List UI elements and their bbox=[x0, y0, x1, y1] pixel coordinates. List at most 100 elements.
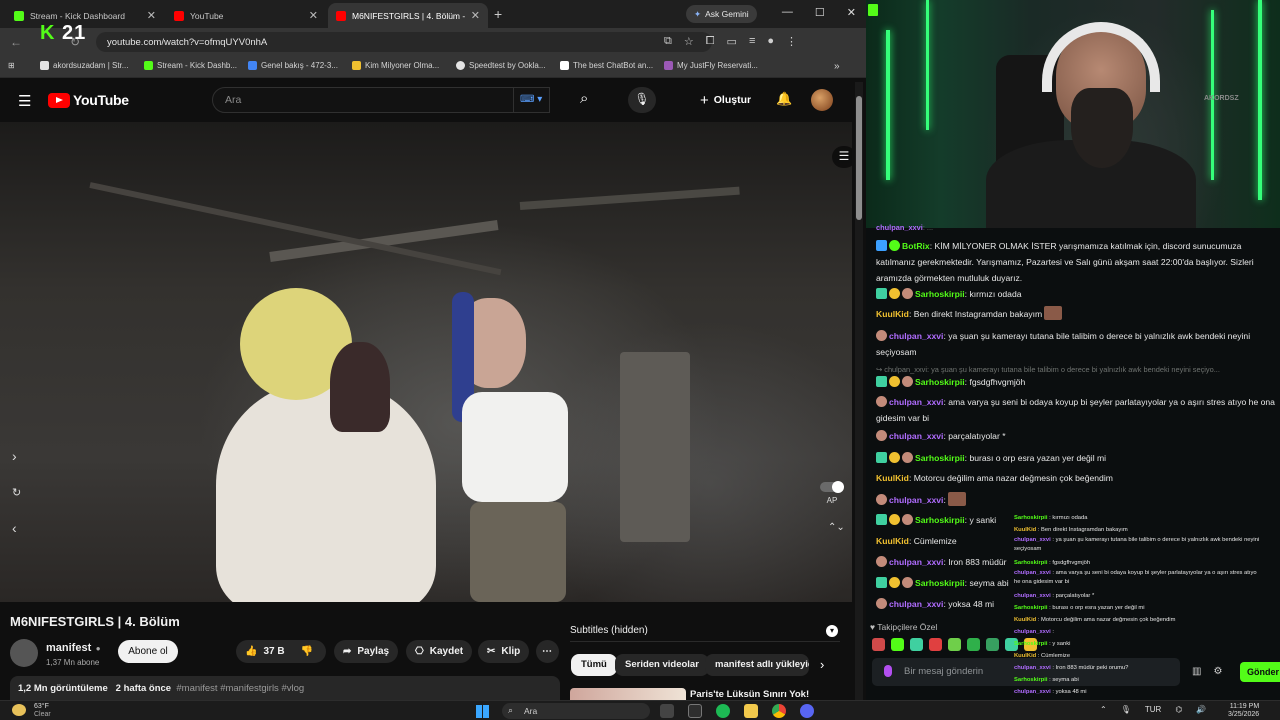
emote-icon[interactable] bbox=[929, 638, 942, 651]
bookmark-item[interactable]: The best ChatBot an... bbox=[560, 61, 653, 70]
like-icon[interactable]: 👍 bbox=[245, 646, 257, 657]
clip-button[interactable]: ✂ Klip bbox=[478, 640, 530, 663]
chat-username[interactable]: chulpan_xxvi bbox=[889, 331, 943, 341]
weather-widget[interactable]: 63°F Clear bbox=[12, 703, 51, 719]
emote-picker-icon[interactable] bbox=[884, 665, 892, 677]
scrollbar-thumb[interactable] bbox=[856, 96, 862, 220]
network-icon[interactable]: ⌬ bbox=[1175, 705, 1182, 714]
back-icon[interactable]: ← bbox=[10, 35, 22, 49]
chat-username[interactable]: Sarhoskirpii bbox=[915, 515, 965, 525]
chat-username[interactable]: chulpan_xxvi bbox=[889, 599, 943, 609]
like-count[interactable]: 37 B bbox=[263, 646, 284, 657]
notifications-bell-icon[interactable]: 🔔 bbox=[776, 91, 792, 107]
chat-username[interactable]: chulpan_xxvi bbox=[889, 397, 943, 407]
share-button[interactable]: ➦ Paylaş bbox=[334, 640, 399, 663]
task-view-icon[interactable] bbox=[660, 704, 674, 718]
chat-username[interactable]: KuulKid bbox=[876, 473, 909, 483]
media-icon[interactable]: ≡ bbox=[749, 35, 755, 48]
bookmark-item[interactable]: Stream - Kick Dashb... bbox=[144, 61, 237, 70]
tab-youtube[interactable]: YouTube ✕ bbox=[166, 3, 326, 28]
file-explorer-icon[interactable] bbox=[744, 704, 758, 718]
chat-username[interactable]: Sarhoskirpii bbox=[915, 289, 965, 299]
page-scrollbar[interactable] bbox=[855, 82, 863, 700]
chat-username[interactable]: chulpan_xxvi bbox=[889, 557, 943, 567]
description-box[interactable]: 1,2 Mn görüntüleme 2 hafta önce #manifes… bbox=[10, 676, 560, 700]
channel-avatar[interactable] bbox=[10, 638, 38, 667]
chevron-right-icon[interactable]: › bbox=[12, 448, 17, 464]
apps-grid-icon[interactable]: ⊞ bbox=[8, 61, 15, 70]
chat-username[interactable]: KuulKid bbox=[876, 536, 909, 546]
account-avatar[interactable] bbox=[811, 89, 833, 111]
hashtags[interactable]: #manifest #manifestgirls #vlog bbox=[176, 683, 304, 694]
close-window-icon[interactable]: ✕ bbox=[847, 6, 856, 19]
bookmark-item[interactable]: My JustFly Reservati... bbox=[664, 61, 758, 70]
address-bar[interactable]: youtube.com/watch?v=ofmqUYV0nhA bbox=[96, 32, 712, 52]
emote-icon[interactable] bbox=[967, 638, 980, 651]
chevron-down-icon[interactable]: ▾ bbox=[826, 625, 838, 637]
chat-username[interactable]: chulpan_xxvi bbox=[889, 495, 943, 505]
chat-username[interactable]: Sarhoskirpii bbox=[915, 578, 965, 588]
expand-updown-icon[interactable]: ⌃⌄ bbox=[828, 522, 845, 533]
chevron-left-icon[interactable]: ‹ bbox=[12, 520, 17, 536]
refresh-icon[interactable]: ↻ bbox=[12, 486, 21, 499]
extensions-icon[interactable]: ⧠ bbox=[706, 35, 715, 48]
minimize-icon[interactable]: — bbox=[782, 6, 793, 19]
chat-username[interactable]: KuulKid bbox=[876, 309, 909, 319]
sidepanel-icon[interactable]: ▭ bbox=[727, 35, 737, 48]
tray-chevron-icon[interactable]: ⌃ bbox=[1100, 705, 1107, 714]
video-player[interactable]: › ↻ ‹ ☰ AP ⌃⌄ bbox=[0, 122, 852, 602]
windows-start-icon[interactable] bbox=[476, 705, 489, 718]
close-tab-icon[interactable]: ✕ bbox=[471, 9, 480, 22]
subscribe-button[interactable]: Abone ol bbox=[118, 640, 178, 663]
chip-uploader[interactable]: manifest adlı yükleyic bbox=[705, 654, 809, 676]
new-tab-button[interactable]: + bbox=[494, 6, 502, 22]
chat-username[interactable]: BotRix bbox=[902, 241, 930, 251]
search-input[interactable]: Ara bbox=[212, 87, 514, 113]
chat-username[interactable]: chulpan_xxvi bbox=[889, 431, 943, 441]
hamburger-menu-icon[interactable]: ☰ bbox=[18, 92, 31, 110]
cast-icon[interactable]: ⧉ bbox=[664, 35, 672, 48]
browser-menu-icon[interactable]: ⋮ bbox=[786, 35, 797, 48]
chip-series[interactable]: Seriden videolar bbox=[615, 654, 709, 676]
close-tab-icon[interactable]: ✕ bbox=[309, 9, 318, 22]
discord-icon[interactable] bbox=[800, 704, 814, 718]
emote-icon[interactable] bbox=[910, 638, 923, 651]
chrome-icon[interactable] bbox=[772, 704, 786, 718]
create-button[interactable]: + Oluştur bbox=[700, 89, 751, 111]
spotify-icon[interactable] bbox=[716, 704, 730, 718]
recommended-thumbnail[interactable] bbox=[570, 688, 686, 700]
taskbar-clock[interactable]: 11:19 PM 3/25/2026 bbox=[1228, 703, 1259, 719]
youtube-logo[interactable]: YouTube bbox=[48, 92, 129, 108]
emote-icon[interactable] bbox=[986, 638, 999, 651]
recommended-title[interactable]: Paris'te Lüksün Sınırı Yok! bbox=[690, 689, 809, 700]
bookmark-item[interactable]: Genel bakış - 472-3... bbox=[248, 61, 338, 70]
more-bookmarks-icon[interactable]: » bbox=[834, 61, 840, 72]
close-tab-icon[interactable]: ✕ bbox=[147, 9, 156, 22]
maximize-icon[interactable]: ☐ bbox=[815, 6, 825, 19]
ask-gemini-button[interactable]: ✦ Ask Gemini bbox=[686, 5, 757, 23]
bookmark-item[interactable]: akordsuzadam | Str... bbox=[40, 61, 128, 70]
bookmark-item[interactable]: Kim Milyoner Olma... bbox=[352, 61, 439, 70]
steam-icon[interactable] bbox=[688, 704, 702, 718]
dislike-icon[interactable]: 👎 bbox=[301, 646, 313, 657]
taskbar-search[interactable]: ⌕ Ara bbox=[502, 703, 650, 719]
more-actions-icon[interactable]: ⋯ bbox=[536, 640, 559, 663]
bookmark-star-icon[interactable]: ☆ bbox=[684, 35, 694, 48]
chips-next-icon[interactable]: › bbox=[820, 657, 824, 672]
autoplay-toggle[interactable]: AP bbox=[820, 481, 844, 505]
player-menu-icon[interactable]: ☰ bbox=[832, 146, 852, 168]
profile-icon[interactable]: ● bbox=[767, 35, 774, 48]
emote-icon[interactable] bbox=[891, 638, 904, 651]
emote-icon[interactable] bbox=[872, 638, 885, 651]
chip-all[interactable]: Tümü bbox=[571, 654, 617, 676]
keyboard-language[interactable]: TUR bbox=[1145, 705, 1161, 714]
channel-name[interactable]: manifest bbox=[46, 642, 91, 654]
chat-username[interactable]: Sarhoskirpii bbox=[915, 453, 965, 463]
bookmark-item[interactable]: Speedtest by Ookla... bbox=[456, 61, 546, 70]
volume-icon[interactable]: 🔊 bbox=[1196, 705, 1206, 714]
microphone-icon[interactable]: 🎙 bbox=[628, 87, 656, 113]
tray-mic-icon[interactable]: 🎙 bbox=[1121, 705, 1131, 714]
subtitles-panel[interactable]: Subtitles (hidden) ▾ bbox=[570, 622, 840, 642]
tab-video-active[interactable]: M6NIFESTGIRLS | 4. Bölüm - Yo ✕ bbox=[328, 3, 488, 28]
save-button[interactable]: ⎔ Kaydet bbox=[406, 640, 473, 663]
